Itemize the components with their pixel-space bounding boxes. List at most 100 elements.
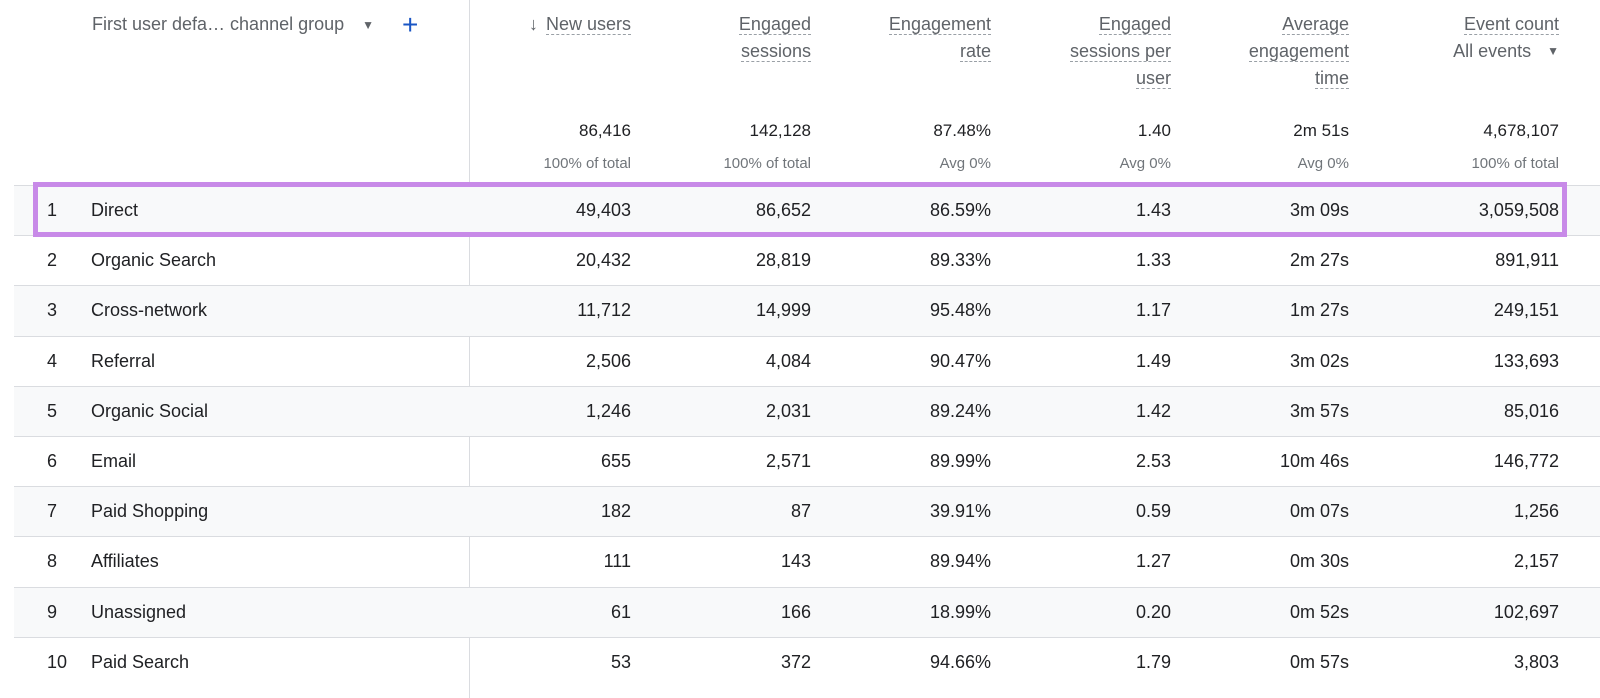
caret-down-icon: ▼ [1547,44,1559,58]
cell-engaged-sessions: 2,571 [765,450,811,471]
cell-engaged-sessions-per-user: 0.20 [1135,601,1171,622]
table-row[interactable]: 10 Paid Search 53 372 94.66% 1.79 0m 57s 3,803 [14,636,1600,687]
cell-new-users: 182 [600,501,631,522]
total-sub-average-engagement-time: Avg 0% [1297,155,1349,172]
table-row[interactable]: 4 Referral 2,506 4,084 90.47% 1.49 3m 02s 133,6… [14,335,1600,386]
row-index: 3 [47,300,58,321]
channel-report-table: First user defa… channel group ▼ + ↓ New … [14,0,1600,687]
column-header-event-count[interactable]: Event count All events ▼ [1453,11,1559,65]
cell-average-engagement-time: 3m 02s [1289,350,1349,371]
cell-engagement-rate: 89.24% [929,400,991,421]
cell-new-users: 53 [610,651,631,672]
event-selector[interactable]: All events ▼ [1453,38,1559,65]
cell-engagement-rate: 94.66% [929,651,991,672]
cell-engaged-sessions: 4,084 [765,350,811,371]
cell-engagement-rate: 86.59% [929,200,991,220]
cell-average-engagement-time: 3m 57s [1289,400,1349,421]
row-index: 10 [47,651,68,672]
total-event-count: 4,678,107 [1483,121,1559,140]
cell-new-users: 49,403 [575,200,631,220]
column-header-average-engagement-time[interactable]: Average engagement time [1248,11,1349,92]
cell-event-count: 891,911 [1495,250,1559,271]
row-index: 1 [47,200,58,220]
channel-name[interactable]: Organic Social [91,401,208,422]
channel-name[interactable]: Referral [91,351,155,372]
cell-engagement-rate: 18.99% [929,601,991,622]
channel-name[interactable]: Paid Search [91,652,189,673]
cell-engaged-sessions-per-user: 1.17 [1135,300,1171,321]
cell-engaged-sessions-per-user: 1.79 [1135,651,1171,672]
cell-engagement-rate: 89.99% [929,450,991,471]
table-row[interactable]: 5 Organic Social 1,246 2,031 89.24% 1.42 3m 57… [14,385,1600,436]
column-header-engagement-rate[interactable]: Engagement rate [888,11,991,65]
column-header-new-users[interactable]: ↓ New users [529,11,631,38]
cell-event-count: 146,772 [1493,450,1559,471]
cell-engaged-sessions-per-user: 1.33 [1135,250,1171,271]
channel-name[interactable]: Affiliates [91,551,159,572]
table-row[interactable]: 6 Email 655 2,571 89.99% 2.53 10m 46s 146,772 [14,435,1600,486]
row-index: 2 [47,250,58,271]
cell-average-engagement-time: 3m 09s [1289,200,1349,220]
cell-engagement-rate: 90.47% [929,350,991,371]
cell-new-users: 1,246 [585,400,631,421]
total-sub-engaged-sessions-per-user: Avg 0% [1119,155,1171,172]
cell-engagement-rate: 89.94% [929,551,991,572]
caret-down-icon[interactable]: ▼ [362,18,374,32]
channel-name[interactable]: Cross-network [91,300,207,321]
cell-average-engagement-time: 10m 46s [1279,450,1349,471]
cell-engaged-sessions: 166 [780,601,811,622]
channel-name[interactable]: Unassigned [91,602,186,623]
table-row[interactable]: 8 Affiliates 111 143 89.94% 1.27 0m 30s 2,157 [14,536,1600,586]
row-index: 8 [47,551,58,572]
cell-average-engagement-time: 1m 27s [1289,300,1349,321]
table-row[interactable]: 9 Unassigned 61 166 18.99% 0.20 0m 52s 102,697 [14,586,1600,637]
channel-name[interactable]: Organic Search [91,250,216,271]
table-row[interactable]: 3 Cross-network 11,712 14,999 95.48% 1.17 1m 2… [14,285,1600,336]
cell-engaged-sessions-per-user: 1.42 [1135,400,1171,421]
cell-engaged-sessions: 86,652 [755,200,811,220]
cell-event-count: 85,016 [1503,400,1559,421]
cell-engaged-sessions-per-user: 1.49 [1135,350,1171,371]
table-row[interactable]: 2 Organic Search 20,432 28,819 89.33% 1.33 2m … [14,235,1600,285]
cell-new-users: 2,506 [585,350,631,371]
table-body: 1 Direct 49,403 86,652 86.59% 1.43 3m 09s 3,059… [14,185,1600,687]
table-row[interactable]: 1 Direct 49,403 86,652 86.59% 1.43 3m 09s 3,059… [14,185,1600,236]
cell-average-engagement-time: 2m 27s [1289,250,1349,271]
channel-name[interactable]: Paid Shopping [91,501,208,522]
column-header-engaged-sessions-per-user[interactable]: Engaged sessions per user [1069,11,1171,92]
total-sub-engagement-rate: Avg 0% [939,155,991,172]
cell-average-engagement-time: 0m 30s [1289,551,1349,572]
cell-engagement-rate: 39.91% [929,501,991,522]
cell-engaged-sessions: 87 [790,501,811,522]
cell-engaged-sessions: 14,999 [755,300,811,321]
cell-event-count: 102,697 [1493,601,1559,622]
cell-engaged-sessions-per-user: 1.43 [1135,200,1171,220]
cell-average-engagement-time: 0m 52s [1289,601,1349,622]
row-index: 6 [47,450,58,471]
total-average-engagement-time: 2m 51s [1293,121,1349,140]
table-row[interactable]: 7 Paid Shopping 182 87 39.91% 0.59 0m 07s 1,256 [14,486,1600,537]
cell-new-users: 111 [603,551,631,572]
cell-new-users: 655 [600,450,631,471]
row-index: 7 [47,501,58,522]
cell-event-count: 3,059,508 [1478,200,1559,220]
cell-engaged-sessions: 28,819 [755,250,811,271]
total-engaged-sessions: 142,128 [749,121,811,140]
total-sub-event-count: 100% of total [1471,155,1559,172]
total-engaged-sessions-per-user: 1.40 [1137,121,1171,140]
dimension-selector[interactable]: First user defa… channel group [92,14,344,35]
cell-engaged-sessions-per-user: 0.59 [1135,501,1171,522]
cell-event-count: 133,693 [1493,350,1559,371]
cell-new-users: 20,432 [575,250,631,271]
row-index: 9 [47,601,58,622]
cell-event-count: 3,803 [1513,651,1559,672]
channel-name[interactable]: Email [91,451,136,472]
table-header: First user defa… channel group ▼ + ↓ New … [14,0,1600,185]
total-engagement-rate: 87.48% [933,121,991,140]
cell-event-count: 249,151 [1493,300,1559,321]
plus-icon[interactable]: + [402,10,418,38]
total-sub-engaged-sessions: 100% of total [723,155,811,172]
channel-name[interactable]: Direct [91,200,138,221]
column-header-engaged-sessions[interactable]: Engaged sessions [738,11,811,65]
cell-engaged-sessions: 2,031 [765,400,811,421]
